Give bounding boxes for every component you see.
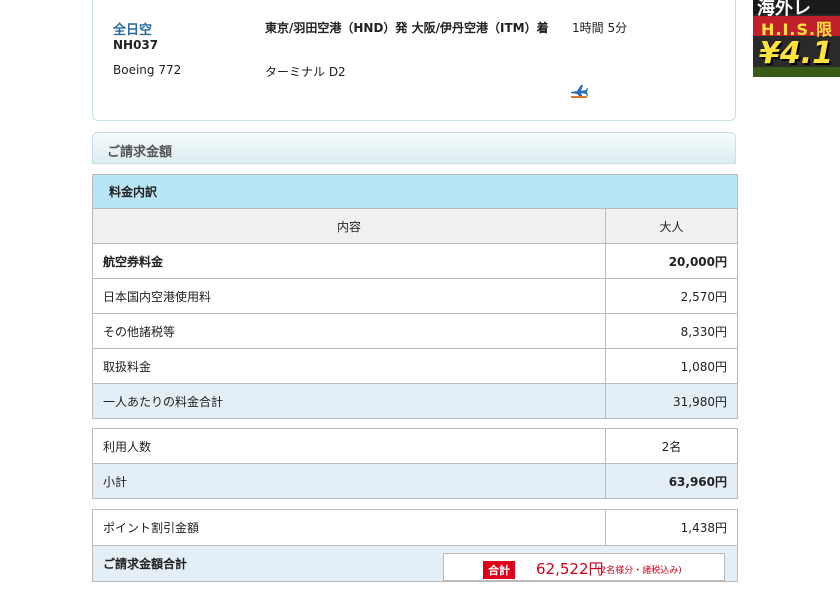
- row-label: 日本国内空港使用料: [92, 278, 606, 314]
- row-value: 8,330円: [604, 313, 739, 349]
- ad-price-text: ¥4.1: [759, 36, 834, 71]
- section-title: ご請求金額: [107, 145, 173, 160]
- table-row: 取扱料金 1,080円: [92, 348, 739, 384]
- total-tag: 合計: [483, 561, 515, 579]
- table-header-row: 内容 大人: [92, 208, 739, 244]
- people-label: 利用人数: [92, 428, 606, 464]
- flight-route: 東京/羽田空港（HND）発 大阪/伊丹空港（ITM）着: [265, 21, 549, 35]
- airplane-icon: [571, 85, 588, 98]
- flight-card: 全日空 NH037 東京/羽田空港（HND）発 大阪/伊丹空港（ITM）着 1時…: [92, 0, 736, 121]
- discount-value: 1,438円: [605, 509, 738, 546]
- discount-label: ポイント割引金額: [92, 509, 606, 546]
- table-row: その他諸税等 8,330円: [92, 313, 739, 349]
- row-label: 取扱料金: [92, 348, 606, 384]
- flight-number: NH037: [113, 38, 159, 52]
- people-subtotal-table: 利用人数 2名 小計 63,960円: [92, 428, 738, 499]
- terminal: ターミナル D2: [265, 65, 346, 79]
- row-value: 31,980円: [604, 383, 739, 419]
- breakdown-caption-row: 料金内訳: [91, 174, 739, 209]
- subtotal-row: 小計 63,960円: [92, 463, 738, 499]
- total-note: (2名様分・諸税込み): [597, 566, 682, 576]
- side-advertisement[interactable]: 海外レ H.I.S.限 ¥4.1: [753, 0, 840, 77]
- subtotal-label: 小計: [92, 463, 606, 499]
- breakdown-title: 料金内訳: [91, 174, 739, 209]
- row-label: 航空券料金: [92, 243, 606, 279]
- table-row: 航空券料金 20,000円: [92, 243, 739, 279]
- ad-footer: [753, 67, 840, 77]
- billing-section-header: ご請求金額: [92, 132, 736, 164]
- column-header-adult: 大人: [604, 208, 739, 244]
- people-count-row: 利用人数 2名: [92, 428, 738, 464]
- subtotal-value: 63,960円: [605, 463, 738, 499]
- fee-breakdown-table: 料金内訳 内容 大人 航空券料金 20,000円 日本国内空港使用料 2,570…: [91, 174, 739, 419]
- row-value: 2,570円: [604, 278, 739, 314]
- row-value: 20,000円: [604, 243, 739, 279]
- row-label: その他諸税等: [92, 313, 606, 349]
- discount-row: ポイント割引金額 1,438円: [92, 509, 738, 546]
- column-header-content: 内容: [92, 208, 606, 244]
- row-value: 1,080円: [604, 348, 739, 384]
- per-person-total-row: 一人あたりの料金合計 31,980円: [92, 383, 739, 419]
- total-amount: 62,522円: [536, 560, 604, 578]
- flight-duration: 1時間 5分: [572, 21, 628, 35]
- aircraft-type: Boeing 772: [113, 63, 182, 77]
- people-value: 2名: [605, 428, 738, 464]
- airline-name: 全日空: [113, 23, 153, 38]
- grand-total-box: 合計 62,522円 (2名様分・諸税込み): [443, 553, 725, 581]
- row-label: 一人あたりの料金合計: [92, 383, 606, 419]
- table-row: 日本国内空港使用料 2,570円: [92, 278, 739, 314]
